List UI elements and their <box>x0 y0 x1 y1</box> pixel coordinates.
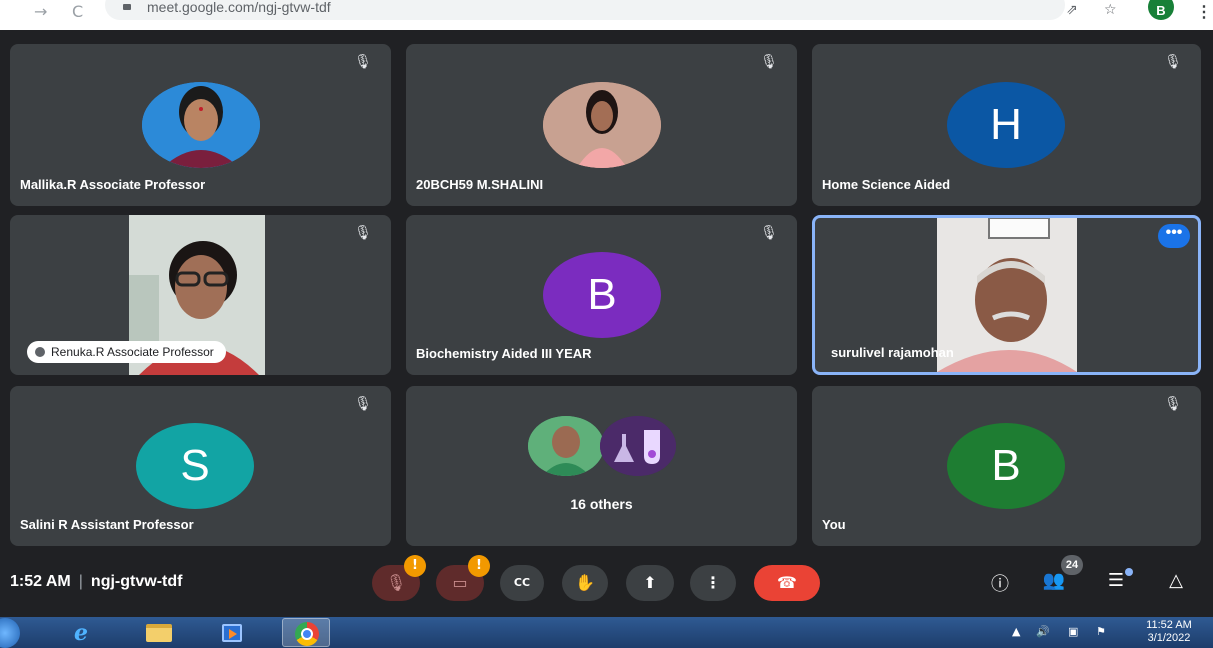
camera-toggle-button[interactable]: ▭ ! <box>436 555 490 601</box>
present-screen-button[interactable]: ⬆ <box>626 565 674 601</box>
participant-name: Renuka.R Associate Professor <box>51 345 214 359</box>
lock-icon <box>123 4 131 10</box>
system-clock[interactable]: 11:52 AM 3/1/2022 <box>1128 619 1210 645</box>
others-avatar-chemistry <box>600 416 676 476</box>
participant-name: Biochemistry Aided III YEAR <box>416 346 592 361</box>
muted-mic-icon: 🎙 <box>1164 396 1182 412</box>
muted-mic-icon: 🎙 <box>354 225 372 241</box>
participant-video <box>937 218 1077 372</box>
others-avatar-photo <box>528 416 604 476</box>
meeting-time: 1:52 AM <box>10 573 71 590</box>
activities-icon[interactable]: △ <box>1162 570 1190 596</box>
video-feed-icon <box>937 218 1077 372</box>
meet-stage: 🎙 Mallika.R Associate Professor 🎙 20BCH5… <box>0 30 1213 617</box>
participant-name-chip: Renuka.R Associate Professor <box>27 341 226 363</box>
end-call-icon: ☎ <box>777 573 797 592</box>
chat-notification-dot <box>1125 568 1133 576</box>
avatar-letter: B <box>543 252 661 338</box>
chrome-icon <box>295 622 319 646</box>
muted-mic-icon: 🎙 <box>760 225 778 241</box>
media-player-icon <box>222 624 242 642</box>
more-options-button[interactable]: ⋮ <box>690 565 736 601</box>
muted-mic-icon: 🎙 <box>1164 54 1182 70</box>
participant-tile[interactable]: B 🎙 Biochemistry Aided III YEAR <box>406 215 797 375</box>
network-icon[interactable]: ▣ <box>1068 625 1078 638</box>
taskbar-media-player[interactable] <box>208 618 256 647</box>
mic-alert-icon: ! <box>404 555 426 577</box>
reload-icon[interactable]: C <box>72 2 83 21</box>
volume-icon[interactable]: 🔊 <box>1036 625 1050 638</box>
address-url[interactable]: meet.google.com/ngj-gtvw-tdf <box>147 0 331 15</box>
start-button[interactable] <box>0 618 20 648</box>
windows-taskbar: e ▲ 🔊 ▣ ⚑ 11:52 AM 3/1/2022 <box>0 617 1213 648</box>
participant-name: Salini R Assistant Professor <box>20 517 194 532</box>
avatar-letter: H <box>947 82 1065 168</box>
avatar-photo <box>142 82 260 168</box>
clock-date: 3/1/2022 <box>1147 632 1191 644</box>
share-icon[interactable]: ⇗ <box>1066 2 1078 18</box>
participant-photo-icon <box>142 82 260 168</box>
profile-avatar[interactable]: B <box>1148 0 1174 20</box>
participant-tile-active[interactable]: ••• surulivel rajamohan <box>812 215 1201 375</box>
meeting-code: ngj-gtvw-tdf <box>90 573 183 590</box>
participant-name: Home Science Aided <box>822 177 951 192</box>
tray-expand-icon[interactable]: ▲ <box>1012 625 1020 638</box>
taskbar-internet-explorer[interactable]: e <box>60 618 108 647</box>
muted-mic-icon: 🎙 <box>354 54 372 70</box>
participant-name: 20BCH59 M.SHALINI <box>416 177 544 192</box>
hand-icon: ✋ <box>575 573 595 592</box>
browser-menu-icon[interactable]: ⋮ <box>1196 2 1212 22</box>
others-count-label: 16 others <box>570 496 633 512</box>
more-options-button[interactable]: ••• <box>1158 224 1190 248</box>
taskbar-chrome[interactable] <box>282 618 330 647</box>
browser-toolbar: → C meet.google.com/ngj-gtvw-tdf ⇗ ☆ B ⋮ <box>0 0 1213 30</box>
participant-name: You <box>822 517 846 532</box>
microphone-toggle-button[interactable]: 🎙 ! <box>372 555 426 601</box>
action-center-flag-icon[interactable]: ⚑ <box>1096 625 1106 638</box>
present-icon: ⬆ <box>643 573 657 592</box>
internet-explorer-icon: e <box>74 620 88 646</box>
leave-call-button[interactable]: ☎ <box>754 565 820 601</box>
camera-alert-icon: ! <box>468 555 490 577</box>
mic-off-icon: 🎙 <box>385 573 407 592</box>
avatar-photo <box>543 82 661 168</box>
participant-photo-icon <box>543 82 661 168</box>
avatar-letter: S <box>136 423 254 509</box>
folder-icon <box>146 624 172 642</box>
address-bar[interactable]: meet.google.com/ngj-gtvw-tdf <box>105 0 1065 20</box>
captions-button[interactable]: CC <box>500 565 544 601</box>
participant-count-badge: 24 <box>1061 555 1083 575</box>
more-vertical-icon: ⋮ <box>705 573 721 592</box>
camera-off-icon: ▭ <box>452 573 468 592</box>
participant-tile[interactable]: 🎙 Renuka.R Associate Professor <box>10 215 391 375</box>
others-tile[interactable]: 16 others <box>406 386 797 546</box>
lab-flask-icon <box>600 416 676 476</box>
participant-tile[interactable]: 🎙 20BCH59 M.SHALINI <box>406 44 797 206</box>
separator: | <box>78 573 83 590</box>
participant-tile[interactable]: 🎙 Mallika.R Associate Professor <box>10 44 391 206</box>
bookmark-star-icon[interactable]: ☆ <box>1104 2 1117 18</box>
presenter-icon <box>35 347 45 357</box>
info-icon[interactable]: ⓘ <box>986 570 1014 596</box>
captions-icon: CC <box>513 576 531 589</box>
self-tile[interactable]: B 🎙 You <box>812 386 1201 546</box>
meeting-time-code: 1:52 AM | ngj-gtvw-tdf <box>10 573 182 591</box>
participant-tile[interactable]: S 🎙 Salini R Assistant Professor <box>10 386 391 546</box>
participant-name: surulivel rajamohan <box>831 345 954 360</box>
taskbar-file-explorer[interactable] <box>134 618 182 647</box>
participant-photo-icon <box>528 416 604 476</box>
muted-mic-icon: 🎙 <box>354 396 372 412</box>
participant-name: Mallika.R Associate Professor <box>20 177 206 192</box>
raise-hand-button[interactable]: ✋ <box>562 565 608 601</box>
people-icon[interactable]: 👥 <box>1040 570 1068 596</box>
muted-mic-icon: 🎙 <box>760 54 778 70</box>
clock-time: 11:52 AM <box>1146 619 1192 631</box>
back-arrow-icon[interactable]: → <box>34 2 47 21</box>
participant-tile[interactable]: H 🎙 Home Science Aided <box>812 44 1201 206</box>
avatar-letter: B <box>947 423 1065 509</box>
